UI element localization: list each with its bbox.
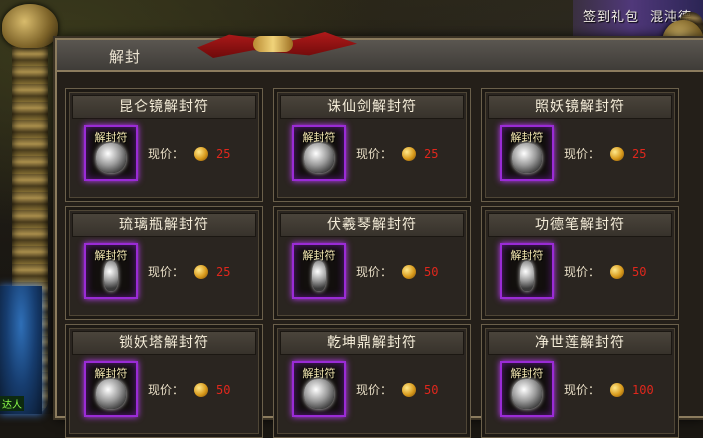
- gold-coin-icon: [402, 265, 417, 279]
- item-card[interactable]: 乾坤鼎解封符 解封符 现价： 50: [273, 324, 471, 438]
- price-value: 50: [632, 265, 647, 279]
- gold-coin-icon: [194, 147, 209, 161]
- player-avatar[interactable]: [0, 286, 42, 414]
- item-name: 锁妖塔解封符: [72, 331, 256, 355]
- item-grid: 昆仑镜解封符 解封符 现价： 25 诛仙剑解封符 解封符 现价： 25 照妖镜解封符…: [65, 88, 693, 438]
- item-card[interactable]: 昆仑镜解封符 解封符 现价： 25: [65, 88, 263, 202]
- demon-mask-icon: [304, 143, 334, 173]
- price-label: 现价：: [564, 147, 601, 161]
- item-card[interactable]: 伏羲琴解封符 解封符 现价： 50: [273, 206, 471, 320]
- gold-coin-icon: [610, 265, 625, 279]
- gold-clasp-ornament: [253, 36, 293, 52]
- item-card[interactable]: 锁妖塔解封符 解封符 现价： 50: [65, 324, 263, 438]
- item-slot[interactable]: 解封符: [84, 125, 138, 181]
- price-row: 现价： 50: [564, 263, 646, 281]
- price-value: 50: [424, 383, 439, 397]
- price-value: 100: [632, 383, 654, 397]
- gold-coin-icon: [402, 147, 417, 161]
- winged-emblem-icon: [512, 143, 542, 173]
- price-value: 50: [216, 383, 231, 397]
- item-slot[interactable]: 解封符: [500, 125, 554, 181]
- unseal-window: 解封 昆仑镜解封符 解封符 现价： 25 诛仙剑解封符 解封符 现价： 25 照…: [55, 32, 703, 438]
- item-name: 功德笔解封符: [488, 213, 672, 237]
- item-card[interactable]: 功德笔解封符 解封符 现价： 50: [481, 206, 679, 320]
- price-value: 25: [424, 147, 439, 161]
- window-title: 解封: [109, 48, 142, 66]
- sign-in-gift-link[interactable]: 签到礼包: [583, 6, 639, 25]
- lotus-icon: [512, 379, 542, 409]
- price-row: 现价： 25: [148, 145, 230, 163]
- price-row: 现价： 50: [148, 381, 230, 399]
- price-row: 现价： 25: [148, 263, 230, 281]
- price-row: 现价： 50: [356, 381, 438, 399]
- item-slot[interactable]: 解封符: [84, 243, 138, 299]
- mirror-icon: [96, 143, 126, 173]
- item-slot[interactable]: 解封符: [292, 361, 346, 417]
- avatar-tag: 达人: [0, 396, 24, 411]
- item-name: 诛仙剑解封符: [280, 95, 464, 119]
- price-row: 现价： 25: [356, 145, 438, 163]
- item-name: 净世莲解封符: [488, 331, 672, 355]
- item-name: 照妖镜解封符: [488, 95, 672, 119]
- item-name: 伏羲琴解封符: [280, 213, 464, 237]
- gold-coin-icon: [194, 383, 209, 397]
- item-card[interactable]: 琉璃瓶解封符 解封符 现价： 25: [65, 206, 263, 320]
- item-name: 琉璃瓶解封符: [72, 213, 256, 237]
- price-label: 现价：: [356, 147, 393, 161]
- item-slot[interactable]: 解封符: [292, 125, 346, 181]
- item-slot[interactable]: 解封符: [292, 243, 346, 299]
- price-row: 现价： 50: [356, 263, 438, 281]
- item-card[interactable]: 诛仙剑解封符 解封符 现价： 25: [273, 88, 471, 202]
- price-label: 现价：: [148, 383, 185, 397]
- item-slot[interactable]: 解封符: [500, 361, 554, 417]
- vase-icon: [104, 261, 118, 291]
- gold-coin-icon: [610, 147, 625, 161]
- item-card[interactable]: 照妖镜解封符 解封符 现价： 25: [481, 88, 679, 202]
- gold-coin-icon: [610, 383, 625, 397]
- dragon-head-left-icon: [2, 4, 58, 48]
- zither-icon: [312, 261, 326, 291]
- cauldron-icon: [304, 379, 334, 409]
- gold-coin-icon: [402, 383, 417, 397]
- price-value: 50: [424, 265, 439, 279]
- item-name: 昆仑镜解封符: [72, 95, 256, 119]
- price-value: 25: [216, 265, 231, 279]
- price-row: 现价： 100: [564, 381, 654, 399]
- price-label: 现价：: [564, 265, 601, 279]
- item-slot[interactable]: 解封符: [84, 361, 138, 417]
- price-label: 现价：: [356, 383, 393, 397]
- price-label: 现价：: [148, 265, 185, 279]
- window-title-bar[interactable]: 解封: [57, 40, 703, 72]
- tower-icon: [96, 379, 126, 409]
- price-value: 25: [216, 147, 231, 161]
- price-label: 现价：: [148, 147, 185, 161]
- item-slot[interactable]: 解封符: [500, 243, 554, 299]
- price-value: 25: [632, 147, 647, 161]
- gold-coin-icon: [194, 265, 209, 279]
- item-name: 乾坤鼎解封符: [280, 331, 464, 355]
- price-label: 现价：: [564, 383, 601, 397]
- item-card[interactable]: 净世莲解封符 解封符 现价： 100: [481, 324, 679, 438]
- price-label: 现价：: [356, 265, 393, 279]
- brush-icon: [520, 261, 534, 291]
- price-row: 现价： 25: [564, 145, 646, 163]
